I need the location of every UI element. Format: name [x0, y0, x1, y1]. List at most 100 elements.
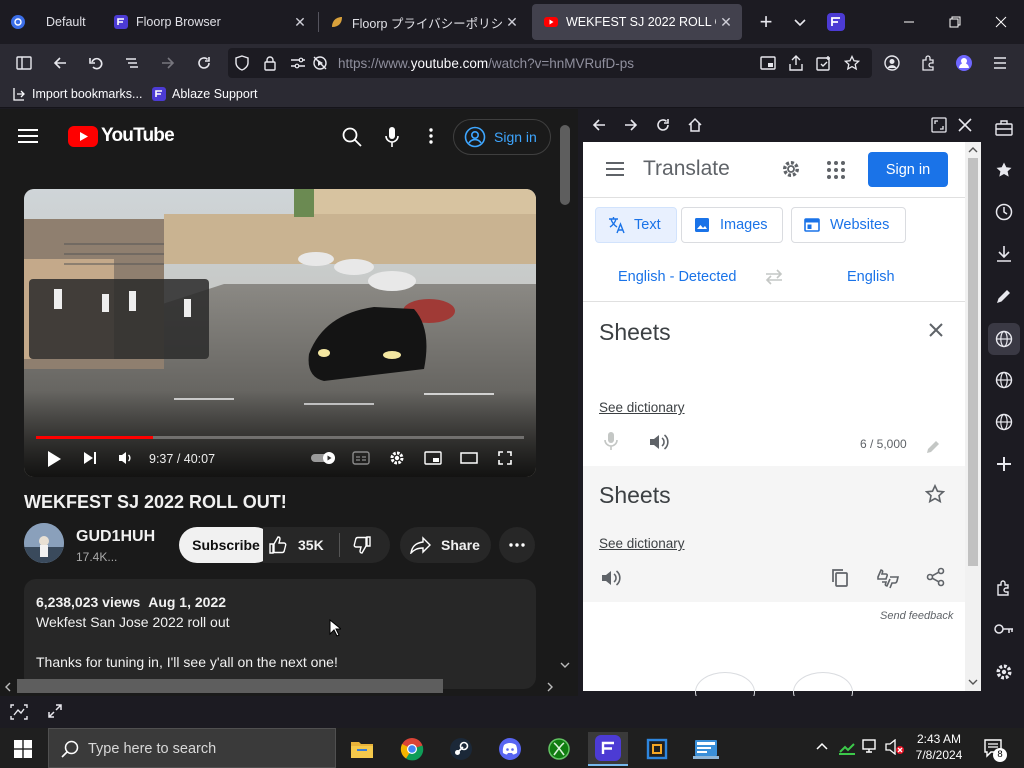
- youtube-sign-in-button[interactable]: Sign in: [453, 119, 551, 155]
- fullscreen-icon[interactable]: [498, 451, 512, 465]
- close-tab-icon[interactable]: ✕: [292, 14, 308, 30]
- mode-text-button[interactable]: Text: [595, 207, 677, 243]
- autoplay-toggle-icon[interactable]: [311, 452, 337, 464]
- share-page-icon[interactable]: [784, 51, 808, 75]
- forward-icon[interactable]: [156, 51, 180, 75]
- page-scrollbar[interactable]: [558, 119, 572, 679]
- network-icon[interactable]: [862, 739, 880, 755]
- panel-expand-icon[interactable]: [927, 113, 951, 137]
- bookmark-star-icon[interactable]: [840, 51, 864, 75]
- web-panel-translate-icon[interactable]: [988, 323, 1020, 355]
- mode-images-button[interactable]: Images: [681, 207, 783, 243]
- web-panel-globe-icon[interactable]: [995, 371, 1013, 389]
- rate-translation-icon[interactable]: [875, 567, 901, 589]
- extensions-icon[interactable]: [916, 51, 940, 75]
- theater-mode-icon[interactable]: [460, 452, 478, 464]
- see-dictionary-link[interactable]: See dictionary: [599, 536, 685, 551]
- listen-translation-icon[interactable]: [601, 569, 621, 587]
- minimize-button[interactable]: [886, 0, 932, 44]
- add-panel-icon[interactable]: [996, 456, 1012, 472]
- video-description[interactable]: 6,238,023 views Aug 1, 2022 Wekfest San …: [24, 579, 536, 689]
- tab-floorp-browser[interactable]: Floorp Browser ✕: [102, 4, 316, 40]
- close-tab-icon[interactable]: ✕: [504, 14, 520, 30]
- google-apps-icon[interactable]: [827, 161, 845, 179]
- clock[interactable]: 2:43 AM 7/8/2024: [912, 731, 966, 763]
- show-hidden-icons-chevron[interactable]: [816, 742, 828, 750]
- panel-home-icon[interactable]: [683, 113, 707, 137]
- reader-save-icon[interactable]: [812, 51, 836, 75]
- translate-menu-icon[interactable]: [606, 162, 624, 176]
- undo-close-tab-icon[interactable]: [84, 51, 108, 75]
- picture-in-picture-icon[interactable]: [756, 51, 780, 75]
- share-translation-icon[interactable]: [926, 567, 946, 587]
- volume-icon[interactable]: [118, 451, 134, 465]
- floorp-taskbar-icon[interactable]: [588, 732, 628, 766]
- tab-default[interactable]: Default: [34, 4, 100, 40]
- save-translation-star-icon[interactable]: [925, 484, 945, 504]
- taskbar-search-box[interactable]: Type here to search: [48, 728, 336, 768]
- autoplay-blocked-icon[interactable]: [308, 51, 332, 75]
- close-tab-icon[interactable]: ✕: [718, 14, 734, 30]
- screenshot-icon[interactable]: [10, 704, 28, 720]
- permissions-icon[interactable]: [286, 51, 310, 75]
- microphone-icon[interactable]: [385, 126, 399, 148]
- notes-pencil-icon[interactable]: [995, 287, 1013, 305]
- horizontal-scrollbar[interactable]: [0, 678, 556, 694]
- back-icon[interactable]: [48, 51, 72, 75]
- settings-gear-icon[interactable]: [781, 159, 801, 179]
- panel-back-icon[interactable]: [587, 113, 611, 137]
- scroll-left-icon[interactable]: [4, 682, 12, 692]
- tab-youtube-video[interactable]: WEKFEST SJ 2022 ROLL OUT! ✕: [532, 4, 742, 40]
- reload-icon[interactable]: [192, 51, 216, 75]
- subscribe-button[interactable]: Subscribe: [179, 527, 273, 563]
- history-clock-icon[interactable]: [995, 203, 1013, 221]
- workspaces-icon[interactable]: [6, 10, 30, 34]
- restore-button[interactable]: [932, 0, 978, 44]
- panel-close-icon[interactable]: [953, 113, 977, 137]
- youtube-logo[interactable]: YouTube: [68, 125, 175, 147]
- panel-forward-icon[interactable]: [619, 113, 643, 137]
- scrollbar-thumb[interactable]: [968, 158, 978, 566]
- search-icon[interactable]: [342, 127, 362, 147]
- profile-avatar-icon[interactable]: [952, 51, 976, 75]
- channel-name[interactable]: GUD1HUH: [76, 528, 155, 546]
- like-button[interactable]: 35K: [268, 527, 324, 563]
- guide-menu-icon[interactable]: [18, 128, 38, 144]
- miniplayer-icon[interactable]: [424, 451, 442, 465]
- volume-muted-icon[interactable]: [885, 739, 905, 755]
- virtualbox-icon[interactable]: [637, 732, 677, 766]
- url-bar[interactable]: https://www.youtube.com/watch?v=hnMVRufD…: [228, 48, 872, 78]
- panel-reload-icon[interactable]: [651, 113, 675, 137]
- account-icon[interactable]: [880, 51, 904, 75]
- video-progress-track[interactable]: [36, 436, 524, 439]
- file-explorer-icon[interactable]: [342, 732, 382, 766]
- sidebar-extensions-icon[interactable]: [995, 579, 1013, 597]
- source-text-input[interactable]: Sheets: [599, 319, 671, 346]
- see-dictionary-link[interactable]: See dictionary: [599, 400, 685, 415]
- tab-floorp-privacy[interactable]: Floorp プライバシーポリシー ✕: [318, 4, 528, 40]
- dislike-button[interactable]: [352, 535, 372, 555]
- scroll-right-icon[interactable]: [546, 682, 554, 692]
- channel-avatar[interactable]: [24, 523, 64, 563]
- more-options-icon[interactable]: [429, 128, 433, 144]
- steam-icon[interactable]: [441, 732, 481, 766]
- lock-icon[interactable]: [258, 51, 282, 75]
- listen-source-icon[interactable]: [649, 433, 669, 451]
- scroll-up-icon[interactable]: [968, 146, 978, 154]
- bookmark-import[interactable]: Import bookmarks...: [12, 87, 142, 101]
- microphone-icon[interactable]: [604, 431, 618, 451]
- chrome-icon[interactable]: [392, 732, 432, 766]
- scrollbar-thumb[interactable]: [560, 125, 570, 205]
- xbox-app-icon[interactable]: [539, 732, 579, 766]
- tracking-shield-icon[interactable]: [230, 51, 254, 75]
- share-button[interactable]: Share: [400, 527, 491, 563]
- send-feedback-link[interactable]: Send feedback: [880, 610, 953, 622]
- web-panel-globe-icon[interactable]: [995, 413, 1013, 431]
- discord-icon[interactable]: [490, 732, 530, 766]
- toolbox-icon[interactable]: [995, 120, 1013, 136]
- swap-languages-icon[interactable]: [764, 269, 784, 285]
- edit-pencil-icon[interactable]: [925, 439, 941, 455]
- translate-sign-in-button[interactable]: Sign in: [868, 152, 948, 187]
- bookmarks-star-icon[interactable]: [995, 161, 1013, 179]
- sidebar-settings-icon[interactable]: [995, 663, 1013, 681]
